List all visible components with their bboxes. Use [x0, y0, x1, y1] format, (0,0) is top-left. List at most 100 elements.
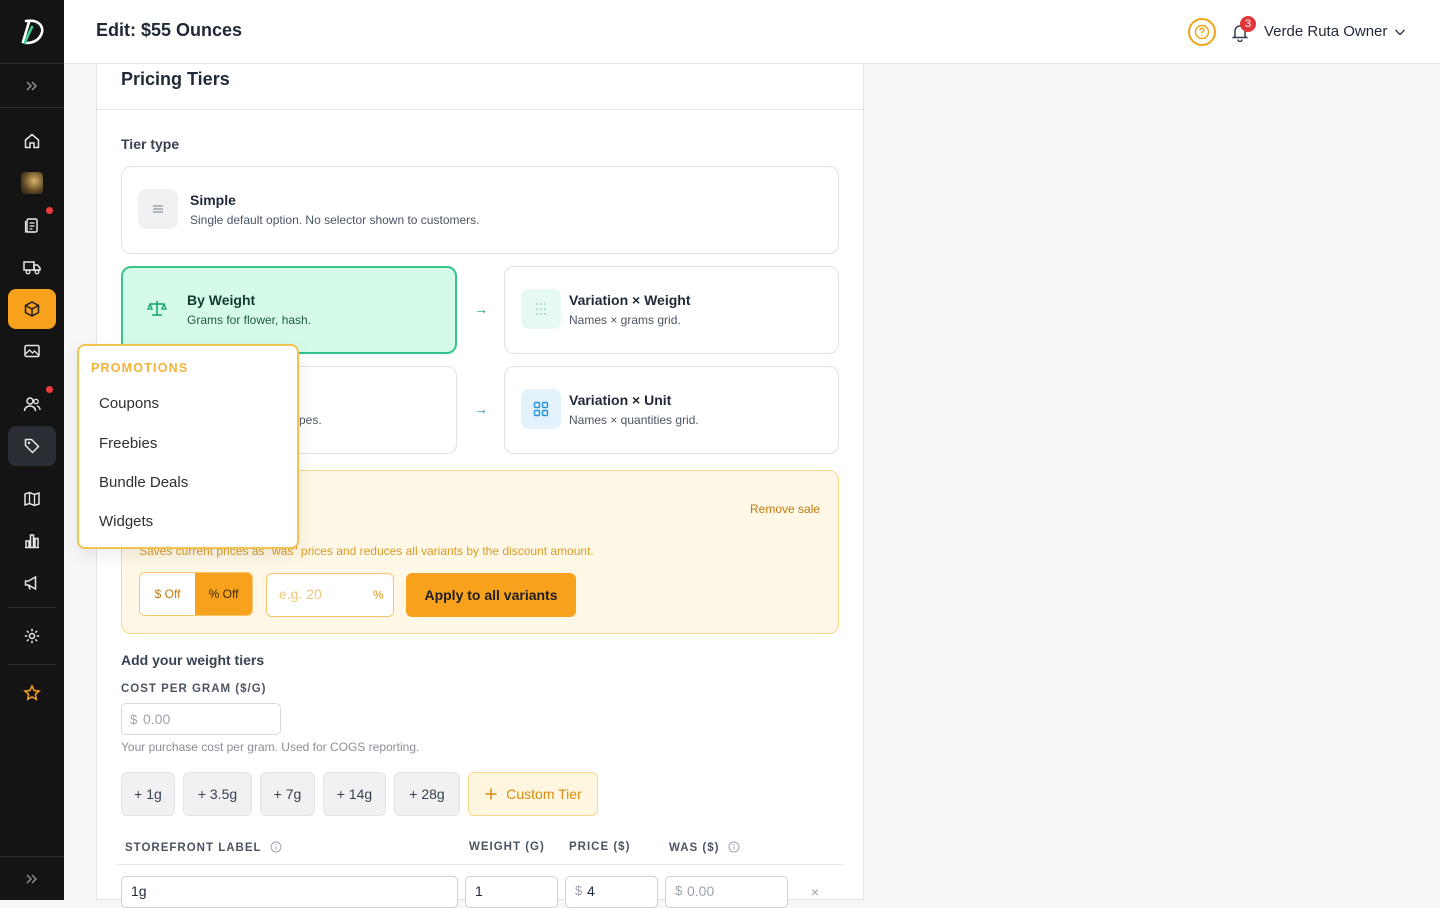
- option-description: Grams for flower, hash.: [187, 313, 312, 327]
- menu-item-freebies[interactable]: Freebies: [99, 435, 157, 452]
- currency-symbol: $: [130, 712, 138, 727]
- tier-option-by-weight[interactable]: By Weight Grams for flower, hash.: [121, 266, 457, 354]
- customers-icon: [23, 397, 41, 412]
- option-description: Names × quantities grid.: [569, 413, 699, 427]
- products-box-icon: [24, 301, 40, 317]
- chevron-down-icon[interactable]: [1392, 24, 1408, 40]
- apply-to-all-variants-button[interactable]: Apply to all variants: [406, 573, 576, 617]
- logo-icon: [21, 18, 44, 44]
- card-title: Pricing Tiers: [121, 69, 230, 89]
- currency-symbol: $: [675, 883, 683, 898]
- discount-percent-input[interactable]: [279, 586, 369, 602]
- plus-icon: [485, 788, 497, 800]
- card-header: Pricing Tiers: [97, 64, 863, 110]
- table-header-divider: [117, 864, 843, 865]
- discount-type-toggle: $ Off % Off: [139, 572, 253, 616]
- store-avatar: [21, 172, 43, 194]
- sidebar-item-favorites[interactable]: [8, 673, 56, 713]
- add-tier-1g-button[interactable]: + 1g: [121, 772, 175, 816]
- option-title: Variation × Weight: [569, 292, 691, 308]
- sidebar-item-delivery[interactable]: [8, 247, 56, 287]
- sidebar-item-promotions[interactable]: [8, 426, 56, 466]
- add-tier-3-5g-button[interactable]: + 3.5g: [183, 772, 252, 816]
- tier-option-variation-weight[interactable]: Variation × Weight Names × grams grid.: [504, 266, 839, 354]
- cost-per-gram-label: COST PER GRAM ($/G): [121, 683, 267, 695]
- weight-tiers-title: Add your weight tiers: [121, 652, 265, 668]
- orders-icon: [24, 218, 38, 233]
- column-header-price: PRICE ($): [569, 841, 631, 853]
- add-tier-28g-button[interactable]: + 28g: [394, 772, 460, 816]
- promotions-tag-icon: [24, 438, 40, 454]
- column-header-text: STOREFRONT LABEL: [125, 842, 262, 854]
- sidebar-divider: [8, 664, 56, 665]
- column-header-text: WAS ($): [669, 842, 720, 854]
- scale-icon: [147, 301, 167, 316]
- dollar-off-option[interactable]: $ Off: [140, 573, 196, 615]
- custom-tier-button[interactable]: Custom Tier: [468, 772, 598, 816]
- add-tier-14g-button[interactable]: + 14g: [323, 772, 386, 816]
- marketing-megaphone-icon: [24, 575, 37, 591]
- cost-per-gram-placeholder: 0.00: [143, 711, 171, 727]
- app-logo[interactable]: [0, 0, 64, 64]
- weight-input[interactable]: 1: [465, 876, 558, 908]
- add-tier-7g-button[interactable]: + 7g: [260, 772, 315, 816]
- page-title: Edit: $55 Ounces: [96, 20, 243, 40]
- was-price-input[interactable]: $ 0.00: [665, 876, 788, 908]
- cost-per-gram-hint: Your purchase cost per gram. Used for CO…: [121, 740, 420, 754]
- sidebar: [0, 0, 64, 900]
- tier-option-simple[interactable]: Simple Single default option. No selecto…: [121, 166, 839, 254]
- percent-off-option[interactable]: % Off: [195, 573, 252, 615]
- option-title: Variation × Unit: [569, 392, 672, 408]
- cell-value: 1g: [131, 883, 147, 899]
- delivery-truck-icon: [23, 261, 41, 275]
- variation-weight-icon-box: [521, 289, 561, 329]
- option-description: pes.: [299, 413, 322, 427]
- menu-item-coupons[interactable]: Coupons: [99, 395, 159, 412]
- top-header: Edit: $55 Ounces 3 Verde Ruta Owner: [64, 0, 1440, 64]
- option-title: By Weight: [187, 292, 256, 308]
- option-description: Single default option. No selector shown…: [190, 213, 480, 227]
- map-icon: [24, 491, 40, 507]
- menu-heading: PROMOTIONS: [91, 361, 189, 375]
- sidebar-item-analytics[interactable]: [8, 521, 56, 561]
- expand-sidebar-button[interactable]: [0, 64, 64, 108]
- price-input[interactable]: $ 4: [565, 876, 658, 908]
- cost-per-gram-input[interactable]: $ 0.00: [121, 703, 281, 735]
- sidebar-item-store[interactable]: [8, 163, 56, 203]
- menu-item-widgets[interactable]: Widgets: [99, 513, 153, 530]
- home-icon: [24, 133, 40, 149]
- sidebar-item-settings[interactable]: [8, 616, 56, 656]
- storefront-label-input[interactable]: 1g: [121, 876, 458, 908]
- sidebar-item-home[interactable]: [8, 121, 56, 161]
- option-description: Names × grams grid.: [569, 313, 681, 327]
- notifications-badge: 3: [1240, 16, 1256, 32]
- settings-gear-icon: [24, 628, 40, 644]
- arrow-right-icon: →: [474, 301, 488, 317]
- media-icon: [24, 344, 40, 358]
- sidebar-item-map[interactable]: [8, 479, 56, 519]
- tier-option-variation-unit[interactable]: Variation × Unit Names × quantities grid…: [504, 366, 839, 454]
- delete-row-button[interactable]: ×: [811, 884, 819, 900]
- expand-sidebar-bottom-button[interactable]: [0, 856, 64, 900]
- cell-value: 1: [475, 883, 483, 899]
- menu-item-bundle-deals[interactable]: Bundle Deals: [99, 474, 188, 491]
- help-button[interactable]: [1188, 18, 1216, 46]
- menu-lines-icon: [153, 205, 163, 213]
- dot-grid-icon: [536, 303, 546, 315]
- percent-sign: %: [373, 588, 384, 602]
- sidebar-item-products[interactable]: [8, 289, 56, 329]
- sidebar-item-media[interactable]: [8, 331, 56, 371]
- user-menu-name[interactable]: Verde Ruta Owner: [1264, 23, 1387, 40]
- cell-value: 4: [587, 883, 595, 899]
- simple-option-icon-box: [138, 189, 178, 229]
- sidebar-item-marketing[interactable]: [8, 563, 56, 603]
- tier-type-label: Tier type: [121, 136, 180, 152]
- remove-sale-link[interactable]: Remove sale: [750, 502, 820, 516]
- help-question-icon: [1194, 24, 1210, 40]
- customers-alert-dot: [46, 386, 53, 393]
- option-title: Simple: [190, 192, 236, 208]
- double-chevron-right-icon: [26, 873, 38, 884]
- info-icon[interactable]: [728, 841, 740, 853]
- info-icon[interactable]: [270, 841, 282, 853]
- grid-squares-icon: [533, 401, 549, 417]
